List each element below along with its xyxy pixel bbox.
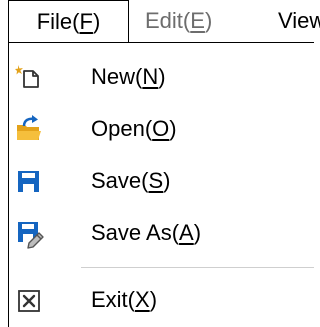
exit-icon	[15, 286, 45, 316]
menu-edit-text: Edit(	[145, 8, 191, 33]
menu-edit-end: )	[204, 8, 213, 33]
menu-item-new-label: New(N)	[91, 52, 166, 102]
menu-item-exit[interactable]: Exit(X)	[9, 275, 314, 325]
save-accesskey: S	[148, 168, 164, 193]
menu-view[interactable]: View	[278, 0, 320, 43]
save-as-end: )	[193, 220, 202, 245]
exit-text: Exit(	[91, 287, 135, 312]
save-disk-icon	[15, 167, 45, 197]
menu-item-new[interactable]: New(N)	[9, 52, 314, 102]
menu-item-open[interactable]: Open(O)	[9, 104, 314, 154]
open-text: Open(	[91, 116, 153, 141]
menu-item-exit-label: Exit(X)	[91, 275, 157, 325]
save-as-text: Save As(	[91, 220, 180, 245]
save-text: Save(	[91, 168, 149, 193]
menu-item-open-label: Open(O)	[91, 104, 177, 154]
menu-item-save-as-label: Save As(A)	[91, 208, 201, 258]
new-end: )	[158, 64, 166, 89]
menu-item-save-as[interactable]: Save As(A)	[9, 208, 314, 258]
menu-item-save-label: Save(S)	[91, 156, 171, 206]
new-file-icon	[15, 63, 45, 93]
open-accesskey: O	[152, 116, 170, 141]
menu-file-accesskey: F	[79, 9, 93, 34]
menu-separator	[81, 267, 314, 268]
menu-item-save[interactable]: Save(S)	[9, 156, 314, 206]
menu-edit[interactable]: Edit(E)	[145, 0, 212, 43]
menu-view-text: View	[278, 8, 320, 33]
save-as-icon	[15, 219, 45, 249]
exit-end: )	[149, 287, 158, 312]
save-as-accesskey: A	[179, 220, 194, 245]
open-end: )	[169, 116, 177, 141]
open-folder-icon	[15, 115, 45, 145]
save-end: )	[163, 168, 171, 193]
new-accesskey: N	[142, 64, 159, 89]
exit-accesskey: X	[135, 287, 150, 312]
menu-file[interactable]: File(F)	[8, 0, 129, 43]
new-text: New(	[91, 64, 143, 89]
menu-bar: File(F) Edit(E) View	[0, 0, 320, 43]
menu-file-end: )	[92, 9, 101, 34]
file-dropdown-menu: New(N) Open(O) Save(S) Save As(A) Exit(X…	[8, 42, 314, 327]
menu-edit-accesskey: E	[190, 8, 205, 33]
menu-file-text: File(	[36, 9, 80, 34]
